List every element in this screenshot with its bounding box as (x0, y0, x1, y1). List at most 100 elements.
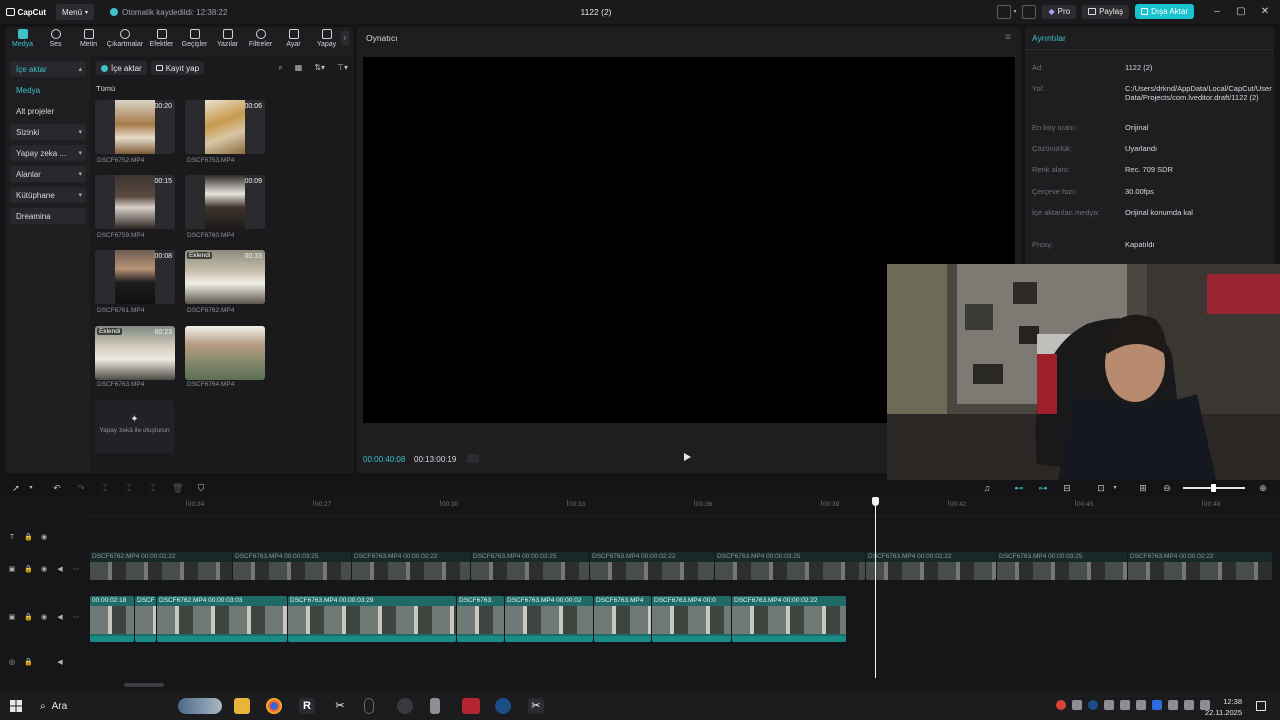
tab-media[interactable]: Medya (6, 27, 39, 51)
tab-transitions[interactable]: Geçişler (178, 27, 211, 51)
record-button[interactable]: Kayıt yap (150, 61, 205, 75)
time-ruler[interactable]: 00:24 00:27 00:30 00:33 00:36 00:39 00:4… (88, 496, 1280, 512)
overlay-clip[interactable]: DSCF6763.MP4 00:00:02:22 (590, 552, 714, 580)
tab-ai[interactable]: Yapay (310, 27, 343, 51)
side-item-spaces[interactable]: Alanlar ▾ (10, 166, 86, 182)
shortcuts-icon[interactable] (1022, 4, 1037, 19)
eye-icon[interactable]: ◉ (40, 566, 48, 574)
tab-filters[interactable]: Filtreler (244, 27, 277, 51)
chevron-down-icon[interactable]: ▾ (1013, 8, 1016, 15)
split-left-icon[interactable]: ⌶ (124, 483, 134, 493)
eye-icon[interactable]: ◉ (40, 614, 48, 622)
select-tool-icon[interactable]: ➚ (11, 483, 21, 493)
fit-timeline-icon[interactable]: ⊞ (1138, 483, 1148, 493)
filter-icon[interactable]: ⊤▾ (337, 63, 348, 73)
tray-app-icon[interactable] (1072, 700, 1082, 710)
main-clip[interactable]: 00:00:02:18 (90, 596, 134, 642)
caption-toggle-icon[interactable]: ⊡ (1096, 483, 1106, 493)
side-item-import[interactable]: İçe aktar ▴ (10, 61, 86, 77)
overlay-clip[interactable]: DSCF6763.MP4 00:00:03:25 (471, 552, 589, 580)
overlay-clip[interactable]: DSCF6763.MP4 00:00:03:25 (715, 552, 865, 580)
obs-icon[interactable] (397, 698, 413, 714)
main-clip[interactable]: DSCF6763.MP4 00:00:02:22 (732, 596, 846, 642)
tab-effects[interactable]: Efektler (145, 27, 178, 51)
tray-app-icon[interactable] (1168, 700, 1178, 710)
tray-app-icon[interactable] (1120, 700, 1130, 710)
player-quality-icon[interactable] (467, 454, 479, 463)
side-item-dreamina[interactable]: Dreamina (10, 208, 86, 224)
maximize-icon[interactable]: ▢ (1232, 5, 1250, 19)
search-highlight-icon[interactable] (178, 698, 222, 714)
main-clip[interactable]: DSCF6762.MP4 00:00:03:03 (157, 596, 287, 642)
steam-icon[interactable] (495, 698, 511, 714)
main-clip[interactable]: DSCF (135, 596, 156, 642)
side-item-ai[interactable]: Yapay zeka ... ▾ (10, 145, 86, 161)
mic-app-icon[interactable] (364, 698, 374, 714)
tray-app-icon[interactable] (1136, 700, 1146, 710)
media-thumb[interactable]: 00:15 (95, 175, 175, 229)
media-thumb[interactable] (185, 326, 265, 380)
import-button[interactable]: İçe aktar (96, 61, 147, 75)
export-button[interactable]: Dışa Aktar (1135, 4, 1194, 19)
speaker-icon[interactable]: ◀ (56, 614, 64, 622)
media-thumb[interactable]: Eklendi 00:23 (95, 326, 175, 380)
file-explorer-icon[interactable] (234, 698, 250, 714)
bluetooth-icon[interactable] (1152, 700, 1162, 710)
ai-generate-card[interactable]: ✦ Yapay zekâ ile oluşturun (95, 400, 174, 453)
side-item-yours[interactable]: Sizinki ▾ (10, 124, 86, 140)
more-icon[interactable]: ⋯ (72, 566, 80, 574)
chevron-down-icon[interactable]: ▾ (1110, 483, 1120, 493)
media-thumb[interactable]: 00:06 (185, 100, 265, 154)
tray-app-icon[interactable] (1088, 700, 1098, 710)
magnet-icon[interactable]: ⊶ (1038, 483, 1048, 493)
zoom-out-icon[interactable]: ⊖ (1162, 483, 1172, 493)
overlay-clip[interactable]: DSCF6763.MP4 00:00:03:25 (997, 552, 1127, 580)
view-mode-icon[interactable]: ▦ (295, 63, 303, 73)
media-thumb[interactable]: 00:08 (95, 250, 175, 304)
preview-axis-icon[interactable]: ⊟ (1062, 483, 1072, 493)
side-item-media[interactable]: Medya (10, 82, 86, 98)
capcut-active-icon[interactable]: ✂ (528, 698, 544, 714)
overlay-clip[interactable]: DSCF6763.MP4 00:00:02:22 (866, 552, 996, 580)
zoom-in-icon[interactable]: ⊕ (1258, 483, 1268, 493)
side-item-library[interactable]: Kütüphane ▾ (10, 187, 86, 203)
share-button[interactable]: Paylaş (1082, 4, 1130, 19)
tab-text[interactable]: Metin (72, 27, 105, 51)
chrome-icon[interactable] (266, 698, 282, 714)
voicemeeter-icon[interactable] (462, 698, 480, 714)
marker-icon[interactable]: ⛉ (196, 483, 206, 493)
split-right-icon[interactable]: ⌶ (148, 483, 158, 493)
split-icon[interactable]: ⌶ (100, 483, 110, 493)
tab-stickers[interactable]: Çıkartmalar (105, 27, 145, 51)
media-thumb[interactable]: 00:09 (185, 175, 265, 229)
lock-icon[interactable]: 🔒 (24, 566, 33, 574)
main-clip[interactable]: DSCF6763.MP4 00:00:03:29 (288, 596, 456, 642)
tab-captions[interactable]: Yazılar (211, 27, 244, 51)
tray-app-icon[interactable] (1104, 700, 1114, 710)
tab-audio[interactable]: Ses (39, 27, 72, 51)
media-thumb[interactable]: Eklendi 00:33 (185, 250, 265, 304)
media-thumb[interactable]: 00:20 (95, 100, 175, 154)
pro-button[interactable]: ◆ Pro (1042, 4, 1077, 19)
eye-icon[interactable]: ◉ (40, 534, 48, 542)
tab-adjust[interactable]: Ayar (277, 27, 310, 51)
search-icon[interactable]: ⌕ (278, 63, 282, 73)
r-app-icon[interactable]: R (299, 698, 315, 714)
minimize-icon[interactable]: – (1208, 5, 1226, 19)
more-icon[interactable]: ⋯ (72, 614, 80, 622)
timeline-scrollbar[interactable] (124, 683, 164, 687)
capcut-taskbar-icon[interactable]: ✂ (332, 698, 348, 714)
tabs-scroll-right-icon[interactable]: › (341, 31, 349, 45)
sort-icon[interactable]: ⇅▾ (314, 63, 325, 73)
main-clip[interactable]: DSCF6763.MP4 00:0 (652, 596, 731, 642)
overlay-clip[interactable]: DSCF6763.MP4 00:00:02:22 (352, 552, 470, 580)
filter-all-label[interactable]: Tümü (96, 84, 115, 93)
overlay-clip[interactable]: DSCF6763.MP4 00:00:03:25 (233, 552, 351, 580)
overlay-clip[interactable]: DSCF6763.MP4 00:00:02:22 (1128, 552, 1272, 580)
audio-app-icon[interactable] (430, 698, 440, 714)
tray-app-icon[interactable] (1056, 700, 1066, 710)
chevron-down-icon[interactable]: ▾ (26, 483, 36, 493)
main-clip[interactable]: DSCF6763.MP4 (594, 596, 651, 642)
play-icon[interactable] (684, 453, 691, 461)
lock-icon[interactable]: 🔒 (24, 534, 33, 542)
